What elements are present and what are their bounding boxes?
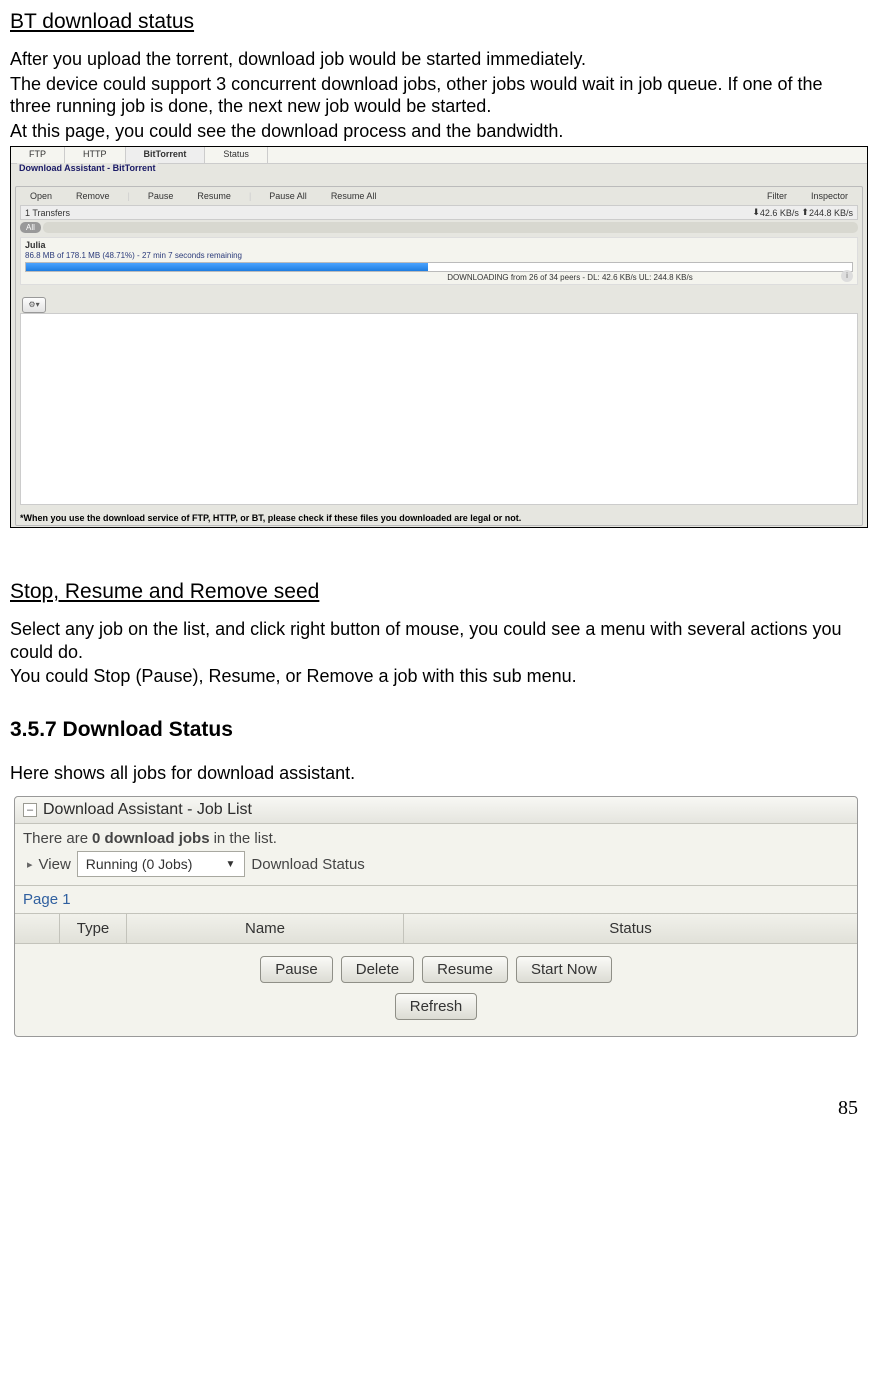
screenshot-bittorrent-client: FTP HTTP BitTorrent Status Download Assi… [10, 146, 868, 528]
empty-body [20, 313, 858, 505]
view-label: View [39, 856, 71, 873]
torrent-row[interactable]: Julia 86.8 MB of 178.1 MB (48.71%) - 27 … [20, 237, 858, 285]
progress-bar [25, 262, 853, 272]
delete-button[interactable]: Delete [341, 956, 414, 983]
upload-arrow-icon: ⬆ [801, 207, 809, 218]
torrent-subtitle: 86.8 MB of 178.1 MB (48.71%) - 27 min 7 … [25, 251, 853, 260]
col-blank [15, 914, 60, 943]
panel-header: – Download Assistant - Job List [15, 797, 857, 824]
refresh-row: Refresh [15, 989, 857, 1036]
para-intro-1: After you upload the torrent, download j… [10, 48, 866, 71]
download-rate: 42.6 KB/s [760, 208, 799, 218]
upload-rate: 244.8 KB/s [809, 208, 853, 218]
resume-button[interactable]: Resume [187, 189, 241, 203]
jobs-count-suffix: in the list. [214, 830, 277, 847]
view-select[interactable]: Running (0 Jobs) ▼ [77, 851, 246, 877]
start-now-button[interactable]: Start Now [516, 956, 612, 983]
legal-footnote: *When you use the download service of FT… [20, 513, 521, 523]
separator-icon: | [245, 191, 255, 201]
refresh-button[interactable]: Refresh [395, 993, 478, 1020]
torrent-name: Julia [25, 240, 853, 250]
screenshot-job-list-panel: – Download Assistant - Job List There ar… [14, 796, 858, 1037]
page-indicator: Page 1 [15, 885, 857, 913]
download-arrow-icon: ⬇ [752, 207, 760, 218]
heading-bt-download-status: BT download status [10, 10, 866, 34]
chevron-down-icon: ▼ [222, 859, 238, 870]
info-icon[interactable]: i [841, 270, 853, 282]
jobs-count-value: 0 download jobs [92, 830, 210, 847]
open-button[interactable]: Open [20, 189, 62, 203]
panel-title-text: Download Assistant - Job List [43, 801, 252, 819]
pause-button[interactable]: Pause [260, 956, 333, 983]
para-srr-1: Select any job on the list, and click ri… [10, 618, 866, 663]
action-button-row: Pause Delete Resume Start Now [15, 944, 857, 989]
pause-all-button[interactable]: Pause All [259, 189, 317, 203]
collapse-icon[interactable]: – [23, 803, 37, 817]
triangle-icon: ▸ [27, 858, 33, 871]
tab-bar: FTP HTTP BitTorrent Status [11, 147, 867, 164]
col-name: Name [127, 914, 404, 943]
transfers-row: 1 Transfers ⬇ 42.6 KB/s ⬆ 244.8 KB/s [20, 205, 858, 220]
tab-status[interactable]: Status [205, 147, 268, 163]
heading-download-status: 3.5.7 Download Status [10, 718, 866, 742]
resume-all-button[interactable]: Resume All [321, 189, 387, 203]
torrent-status-line: DOWNLOADING from 26 of 34 peers - DL: 42… [25, 273, 853, 282]
para-intro-2: The device could support 3 concurrent do… [10, 73, 866, 118]
table-header: Type Name Status [15, 913, 857, 944]
jobs-count-row: There are 0 download jobs in the list. [15, 824, 857, 849]
view-select-value: Running (0 Jobs) [86, 856, 193, 872]
inspector-button[interactable]: Inspector [801, 189, 858, 203]
para-dlstatus: Here shows all jobs for download assista… [10, 762, 866, 785]
separator-icon: | [124, 191, 134, 201]
filter-all-label: All [20, 222, 41, 233]
filter-all-pill[interactable]: All [20, 222, 858, 233]
para-intro-3: At this page, you could see the download… [10, 120, 866, 143]
view-row: ▸ View Running (0 Jobs) ▼ Download Statu… [15, 849, 857, 885]
para-srr-2: You could Stop (Pause), Resume, or Remov… [10, 665, 866, 688]
col-type: Type [60, 914, 127, 943]
filter-button[interactable]: Filter [757, 189, 797, 203]
panel-inner: Open Remove | Pause Resume | Pause All R… [15, 186, 863, 526]
filter-rest [43, 222, 858, 233]
heading-stop-resume-remove: Stop, Resume and Remove seed [10, 580, 866, 604]
panel-title: Download Assistant - BitTorrent [17, 163, 158, 173]
toolbar: Open Remove | Pause Resume | Pause All R… [16, 187, 862, 205]
gear-menu-button[interactable]: ⚙▾ [22, 297, 46, 313]
resume-button[interactable]: Resume [422, 956, 508, 983]
jobs-count-prefix: There are [23, 830, 88, 847]
pause-button[interactable]: Pause [138, 189, 184, 203]
transfers-count: 1 Transfers [25, 208, 70, 218]
progress-fill [26, 263, 428, 271]
remove-button[interactable]: Remove [66, 189, 120, 203]
download-status-label: Download Status [251, 856, 364, 873]
tab-http[interactable]: HTTP [65, 147, 126, 163]
page-number: 85 [10, 1097, 866, 1120]
col-status: Status [404, 914, 857, 943]
tab-bittorrent[interactable]: BitTorrent [126, 147, 206, 163]
tab-ftp[interactable]: FTP [11, 147, 65, 163]
